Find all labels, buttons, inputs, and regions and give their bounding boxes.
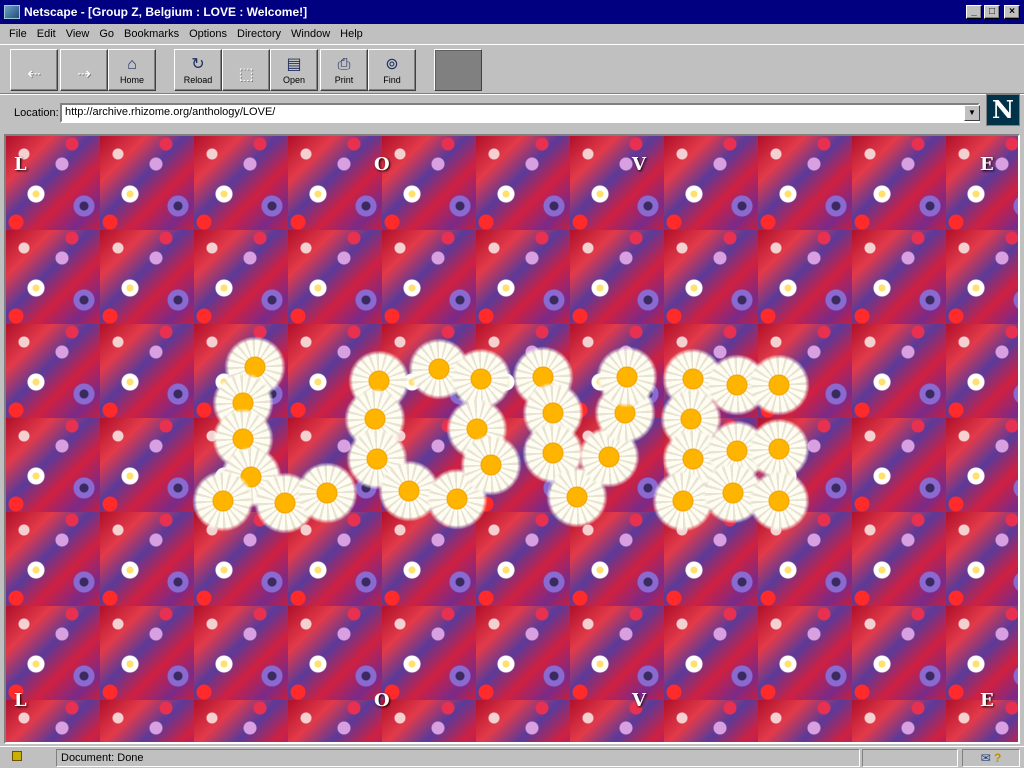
- reload-icon: ↻: [191, 56, 205, 73]
- forward-button[interactable]: ⇢: [60, 49, 108, 91]
- daisy-flower: [460, 434, 522, 496]
- home-button[interactable]: ⌂ Home: [108, 49, 156, 91]
- status-bar: Document: Done ✉ ?: [0, 746, 1024, 768]
- images-icon: ⬚: [238, 66, 254, 83]
- minimize-button[interactable]: _: [966, 5, 982, 19]
- forward-arrow-icon: ⇢: [77, 66, 91, 83]
- print-icon: ⎙: [337, 56, 351, 73]
- window-title: Netscape - [Group Z, Belgium : LOVE : We…: [24, 5, 308, 19]
- menu-go[interactable]: Go: [94, 28, 119, 40]
- home-button-label: Home: [119, 75, 144, 85]
- status-text: Document: Done: [56, 749, 860, 767]
- print-button[interactable]: ⎙ Print: [320, 49, 368, 91]
- open-button[interactable]: ▤ Open: [270, 49, 318, 91]
- title-bar: Netscape - [Group Z, Belgium : LOVE : We…: [0, 0, 1024, 24]
- location-label: Location:: [14, 107, 59, 119]
- page-content: L O V E L O V E: [4, 134, 1020, 744]
- menu-bar: File Edit View Go Bookmarks Options Dire…: [0, 24, 1024, 44]
- menu-bookmarks[interactable]: Bookmarks: [119, 28, 184, 40]
- home-icon: ⌂: [127, 56, 137, 73]
- find-binoculars-icon: ⊚: [385, 56, 399, 73]
- close-button[interactable]: ×: [1004, 5, 1020, 19]
- chevron-down-icon: ▼: [968, 108, 976, 117]
- menu-directory[interactable]: Directory: [232, 28, 286, 40]
- reload-button-label: Reload: [183, 75, 213, 85]
- menu-edit[interactable]: Edit: [32, 28, 61, 40]
- status-icons: ✉ ?: [962, 749, 1020, 767]
- daisy-love-image: [6, 136, 1018, 742]
- menu-file[interactable]: File: [4, 28, 32, 40]
- open-button-label: Open: [282, 75, 306, 85]
- menu-options[interactable]: Options: [184, 28, 232, 40]
- help-icon[interactable]: ?: [994, 751, 1001, 765]
- progress-bar: [862, 749, 958, 767]
- menu-window[interactable]: Window: [286, 28, 335, 40]
- open-icon: ▤: [286, 56, 302, 73]
- find-button-label: Find: [383, 75, 401, 85]
- daisy-flower: [748, 470, 810, 532]
- netscape-app-icon[interactable]: [4, 5, 20, 19]
- reload-button[interactable]: ↻ Reload: [174, 49, 222, 91]
- netscape-throbber-logo[interactable]: N: [986, 94, 1020, 126]
- daisy-flower: [192, 470, 254, 532]
- menu-help[interactable]: Help: [335, 28, 368, 40]
- menu-view[interactable]: View: [61, 28, 95, 40]
- location-bar: Location: http://archive.rhizome.org/ant…: [0, 94, 1024, 130]
- back-arrow-icon: ⇠: [27, 66, 41, 83]
- daisy-flower: [596, 346, 658, 408]
- maximize-button[interactable]: □: [984, 5, 1000, 19]
- location-dropdown-button[interactable]: ▼: [964, 105, 980, 121]
- security-key-icon[interactable]: [12, 751, 46, 765]
- images-button[interactable]: ⬚: [222, 49, 270, 91]
- stop-button[interactable]: [434, 49, 482, 91]
- window-controls: _ □ ×: [966, 5, 1020, 19]
- find-button[interactable]: ⊚ Find: [368, 49, 416, 91]
- back-button[interactable]: ⇠: [10, 49, 58, 91]
- mail-icon[interactable]: ✉: [981, 751, 991, 765]
- location-input[interactable]: http://archive.rhizome.org/anthology/LOV…: [60, 103, 980, 123]
- daisy-flower: [748, 354, 810, 416]
- print-button-label: Print: [334, 75, 354, 85]
- navigation-toolbar: ⇠ ⇢ ⌂ Home ↻ Reload ⬚ ▤ Open ⎙ Print ⊚ F…: [0, 44, 1024, 94]
